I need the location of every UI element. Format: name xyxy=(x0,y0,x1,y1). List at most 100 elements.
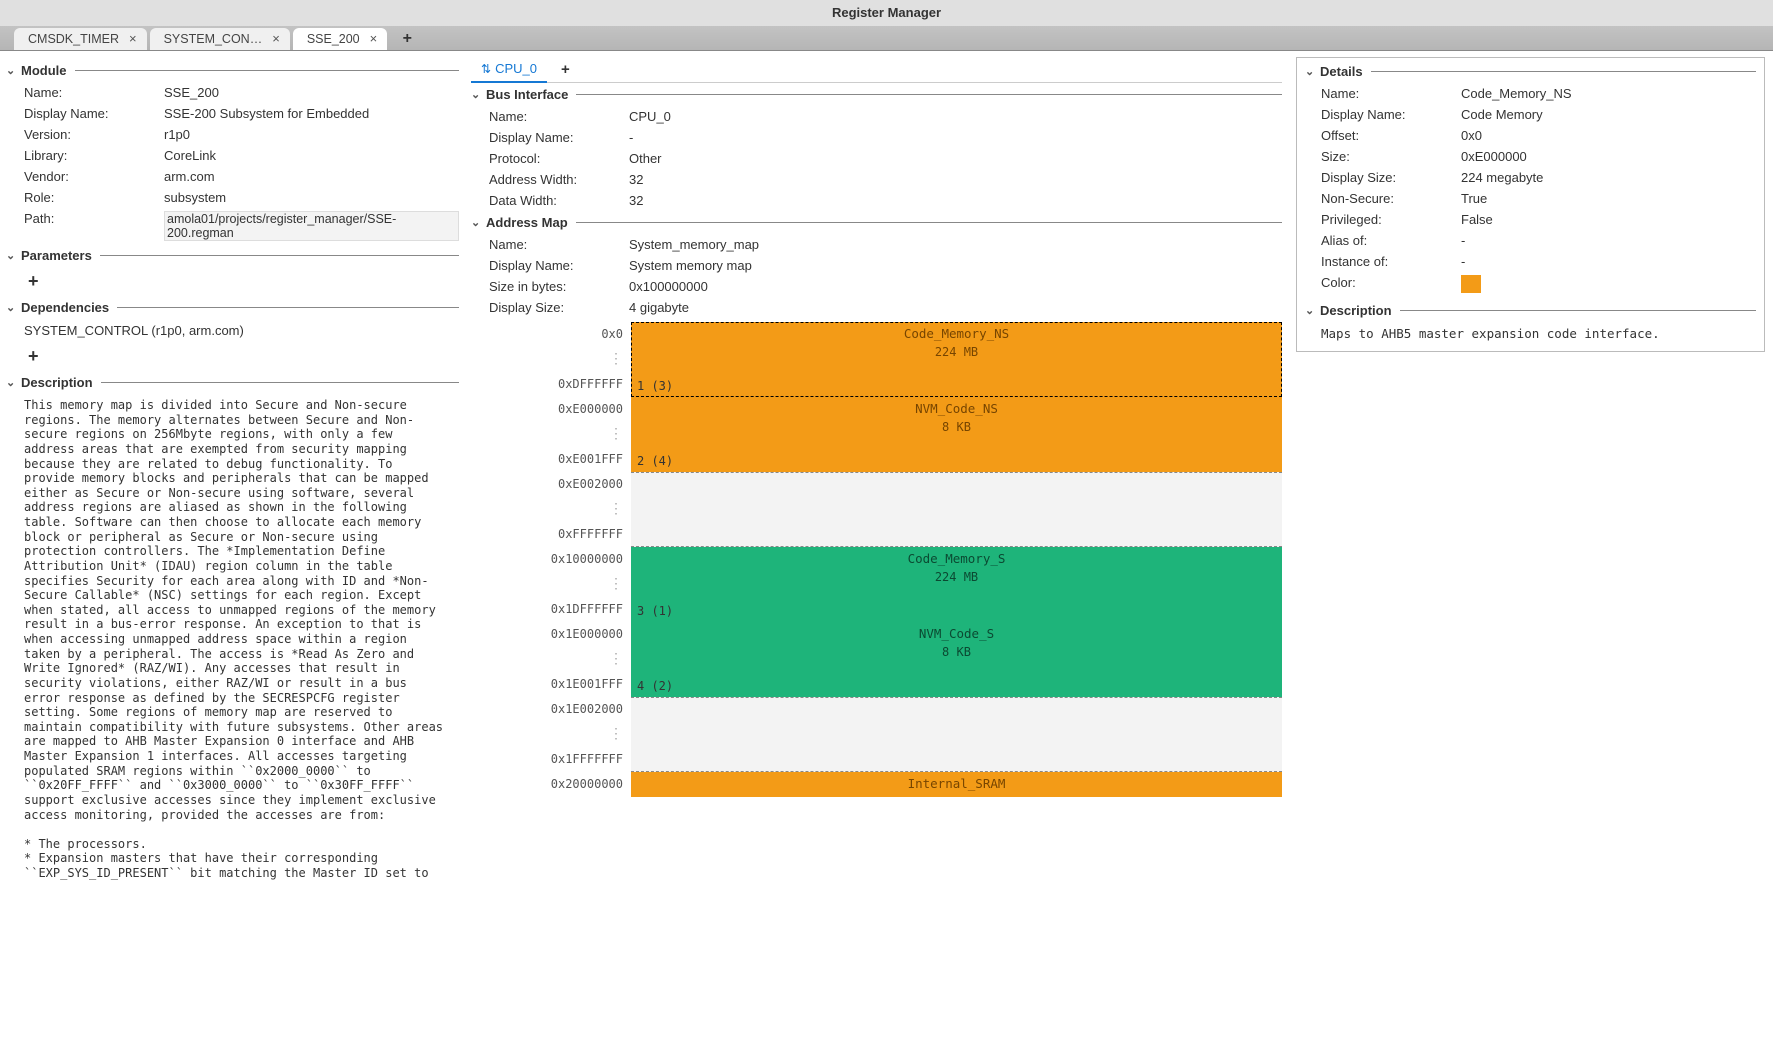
address-label: 0x1E002000 xyxy=(471,697,623,722)
module-panel: ⌄ Module Name:SSE_200 Display Name:SSE-2… xyxy=(0,51,465,1041)
module-vendor-value: arm.com xyxy=(164,169,459,184)
description-section-header[interactable]: ⌄ Description xyxy=(6,375,459,390)
segment-name: Code_Memory_NS xyxy=(637,326,1276,341)
segment-name: NVM_Code_S xyxy=(637,626,1276,641)
address-label: 0xE000000 xyxy=(471,397,623,422)
tab-label: SSE_200 xyxy=(307,28,360,50)
details-size-label: Size: xyxy=(1321,149,1461,164)
segment-badge: 4 (2) xyxy=(637,679,673,693)
bus-dwidth-label: Data Width: xyxy=(489,193,629,208)
close-icon[interactable]: × xyxy=(272,28,280,50)
chevron-down-icon: ⌄ xyxy=(471,88,483,101)
module-version-value: r1p0 xyxy=(164,127,459,142)
address-label: 0x20000000 xyxy=(471,772,623,797)
memory-segment[interactable]: Code_Memory_NS224 MB1 (3) xyxy=(631,322,1282,397)
addrmap-size-value: 0x100000000 xyxy=(629,279,1282,294)
dependency-item[interactable]: SYSTEM_CONTROL (r1p0, arm.com) xyxy=(6,319,459,342)
close-icon[interactable]: × xyxy=(129,28,137,50)
close-icon[interactable]: × xyxy=(370,28,378,50)
cpu-icon: ⇅ xyxy=(481,57,491,81)
chevron-down-icon: ⌄ xyxy=(1305,65,1317,78)
addrmap-dsize-value: 4 gigabyte xyxy=(629,300,1282,315)
details-panel: ⌄ Details Name:Code_Memory_NS Display Na… xyxy=(1288,51,1773,1041)
chevron-down-icon: ⌄ xyxy=(1305,304,1317,317)
bus-interface-section-header[interactable]: ⌄ Bus Interface xyxy=(471,87,1282,102)
segment-name: Internal_SRAM xyxy=(637,776,1276,791)
module-version-label: Version: xyxy=(24,127,164,142)
segment-size: 224 MB xyxy=(637,570,1276,584)
module-display-label: Display Name: xyxy=(24,106,164,121)
bus-display-label: Display Name: xyxy=(489,130,629,145)
segment-name: Code_Memory_S xyxy=(637,551,1276,566)
details-color-label: Color: xyxy=(1321,275,1461,296)
details-inst-label: Instance of: xyxy=(1321,254,1461,269)
add-parameter-button[interactable]: + xyxy=(6,267,36,296)
details-inst-value: - xyxy=(1461,254,1756,269)
addrmap-display-label: Display Name: xyxy=(489,258,629,273)
bus-protocol-value: Other xyxy=(629,151,1282,166)
address-map-section-header[interactable]: ⌄ Address Map xyxy=(471,215,1282,230)
module-role-value: subsystem xyxy=(164,190,459,205)
memory-segment[interactable]: Internal_SRAM xyxy=(631,772,1282,797)
bus-protocol-label: Protocol: xyxy=(489,151,629,166)
module-path-value[interactable]: amola01/projects/register_manager/SSE-20… xyxy=(164,211,459,241)
addrmap-size-label: Size in bytes: xyxy=(489,279,629,294)
address-label: ⋮ xyxy=(471,347,623,372)
details-dsize-label: Display Size: xyxy=(1321,170,1461,185)
dependencies-section-header[interactable]: ⌄ Dependencies xyxy=(6,300,459,315)
bus-name-value: CPU_0 xyxy=(629,109,1282,124)
address-label: ⋮ xyxy=(471,572,623,597)
add-tab-button[interactable]: + xyxy=(396,28,418,50)
addrmap-name-value: System_memory_map xyxy=(629,237,1282,252)
chevron-down-icon: ⌄ xyxy=(471,216,483,229)
details-ns-value: True xyxy=(1461,191,1756,206)
color-swatch[interactable] xyxy=(1461,275,1481,293)
address-label: ⋮ xyxy=(471,422,623,447)
module-name-label: Name: xyxy=(24,85,164,100)
memory-map: Code_Memory_NS224 MB1 (3)NVM_Code_NS8 KB… xyxy=(631,322,1282,797)
details-name-label: Name: xyxy=(1321,86,1461,101)
parameters-section-header[interactable]: ⌄ Parameters xyxy=(6,248,459,263)
segment-name: NVM_Code_NS xyxy=(637,401,1276,416)
segment-badge: 1 (3) xyxy=(637,379,673,393)
bus-display-value: - xyxy=(629,130,1282,145)
bus-panel: ⇅ CPU_0 + ⌄ Bus Interface Name: CPU_0 Dis… xyxy=(465,51,1288,1041)
details-description-header[interactable]: ⌄ Description xyxy=(1305,303,1756,318)
address-label: 0xDFFFFFF xyxy=(471,372,623,397)
subtab-cpu0[interactable]: ⇅ CPU_0 xyxy=(471,57,547,83)
segment-badge: 2 (4) xyxy=(637,454,673,468)
address-label: 0x10000000 xyxy=(471,547,623,572)
memory-segment[interactable]: Code_Memory_S 224 MB 3 (1) xyxy=(631,547,1282,622)
details-section-header[interactable]: ⌄ Details xyxy=(1305,64,1756,79)
segment-badge: 3 (1) xyxy=(637,604,673,618)
memory-segment[interactable]: NVM_Code_S 8 KB 4 (2) xyxy=(631,622,1282,697)
tab-label: SYSTEM_CON… xyxy=(164,28,263,50)
tab-sse200[interactable]: SSE_200 × xyxy=(293,28,387,50)
memory-gap xyxy=(631,472,1282,547)
address-label: 0x1FFFFFFF xyxy=(471,747,623,772)
main-tab-bar: CMSDK_TIMER × SYSTEM_CON… × SSE_200 × + xyxy=(0,26,1773,51)
description-text: This memory map is divided into Secure a… xyxy=(6,394,459,881)
memory-gap xyxy=(631,697,1282,772)
details-offset-label: Offset: xyxy=(1321,128,1461,143)
details-priv-label: Privileged: xyxy=(1321,212,1461,227)
details-name-value: Code_Memory_NS xyxy=(1461,86,1756,101)
tab-cmsdk-timer[interactable]: CMSDK_TIMER × xyxy=(14,28,147,50)
segment-size: 8 KB xyxy=(637,645,1276,659)
module-path-label: Path: xyxy=(24,211,164,241)
address-ruler: 0x0⋮0xDFFFFFF0xE000000⋮0xE001FFF0xE00200… xyxy=(471,322,631,797)
addrmap-display-value: System memory map xyxy=(629,258,1282,273)
add-bus-tab-button[interactable]: + xyxy=(561,61,570,78)
chevron-down-icon: ⌄ xyxy=(6,301,18,314)
segment-size: 8 KB xyxy=(637,420,1276,434)
module-section-header[interactable]: ⌄ Module xyxy=(6,63,459,78)
address-label: 0x1DFFFFFF xyxy=(471,597,623,622)
add-dependency-button[interactable]: + xyxy=(6,342,36,371)
address-label: ⋮ xyxy=(471,647,623,672)
tab-system-control[interactable]: SYSTEM_CON… × xyxy=(150,28,290,50)
addrmap-name-label: Name: xyxy=(489,237,629,252)
module-role-label: Role: xyxy=(24,190,164,205)
bus-awidth-label: Address Width: xyxy=(489,172,629,187)
memory-segment[interactable]: NVM_Code_NS 8 KB 2 (4) xyxy=(631,397,1282,472)
details-display-value: Code Memory xyxy=(1461,107,1756,122)
